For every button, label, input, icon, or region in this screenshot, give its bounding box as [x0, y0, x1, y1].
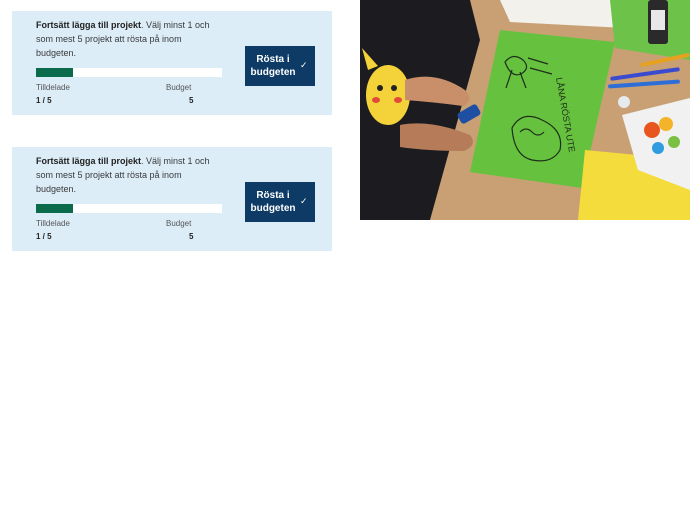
budget-progress-fill — [36, 68, 74, 77]
allocated-label: Tilldelade — [36, 219, 70, 228]
budget-progress-message: Fortsätt lägga till projekt. Välj minst … — [36, 154, 222, 196]
budget-label: Budget — [166, 83, 192, 92]
vote-in-budget-button[interactable]: Rösta i budgeten ✓ — [245, 182, 315, 222]
budget-progress-title: Fortsätt lägga till projekt — [36, 156, 142, 166]
vote-button-label: Rösta i budgeten — [250, 190, 296, 214]
budget-value: 5 — [189, 96, 194, 105]
allocated-value: 1 / 5 — [36, 232, 52, 241]
children-drawing-photo: LÅNA RÖSTA UTE — [360, 0, 690, 220]
budget-progress-fill — [36, 204, 74, 213]
budget-progress-panel: Fortsätt lägga till projekt. Välj minst … — [12, 147, 332, 251]
budget-progress-panel: Fortsätt lägga till projekt. Välj minst … — [12, 11, 332, 115]
vote-button-label: Rösta i budgeten — [250, 54, 296, 78]
check-icon: ✓ — [300, 60, 308, 70]
allocated-label: Tilldelade — [36, 83, 70, 92]
vote-in-budget-button[interactable]: Rösta i budgeten ✓ — [245, 46, 315, 86]
budget-progress-bar — [36, 204, 222, 213]
budget-progress-bar — [36, 68, 222, 77]
budget-progress-title: Fortsätt lägga till projekt — [36, 20, 142, 30]
budget-value: 5 — [189, 232, 194, 241]
check-icon: ✓ — [300, 196, 308, 206]
allocated-value: 1 / 5 — [36, 96, 52, 105]
budget-progress-message: Fortsätt lägga till projekt. Välj minst … — [36, 18, 222, 60]
budget-label: Budget — [166, 219, 192, 228]
photo-illustration: LÅNA RÖSTA UTE — [360, 0, 690, 220]
